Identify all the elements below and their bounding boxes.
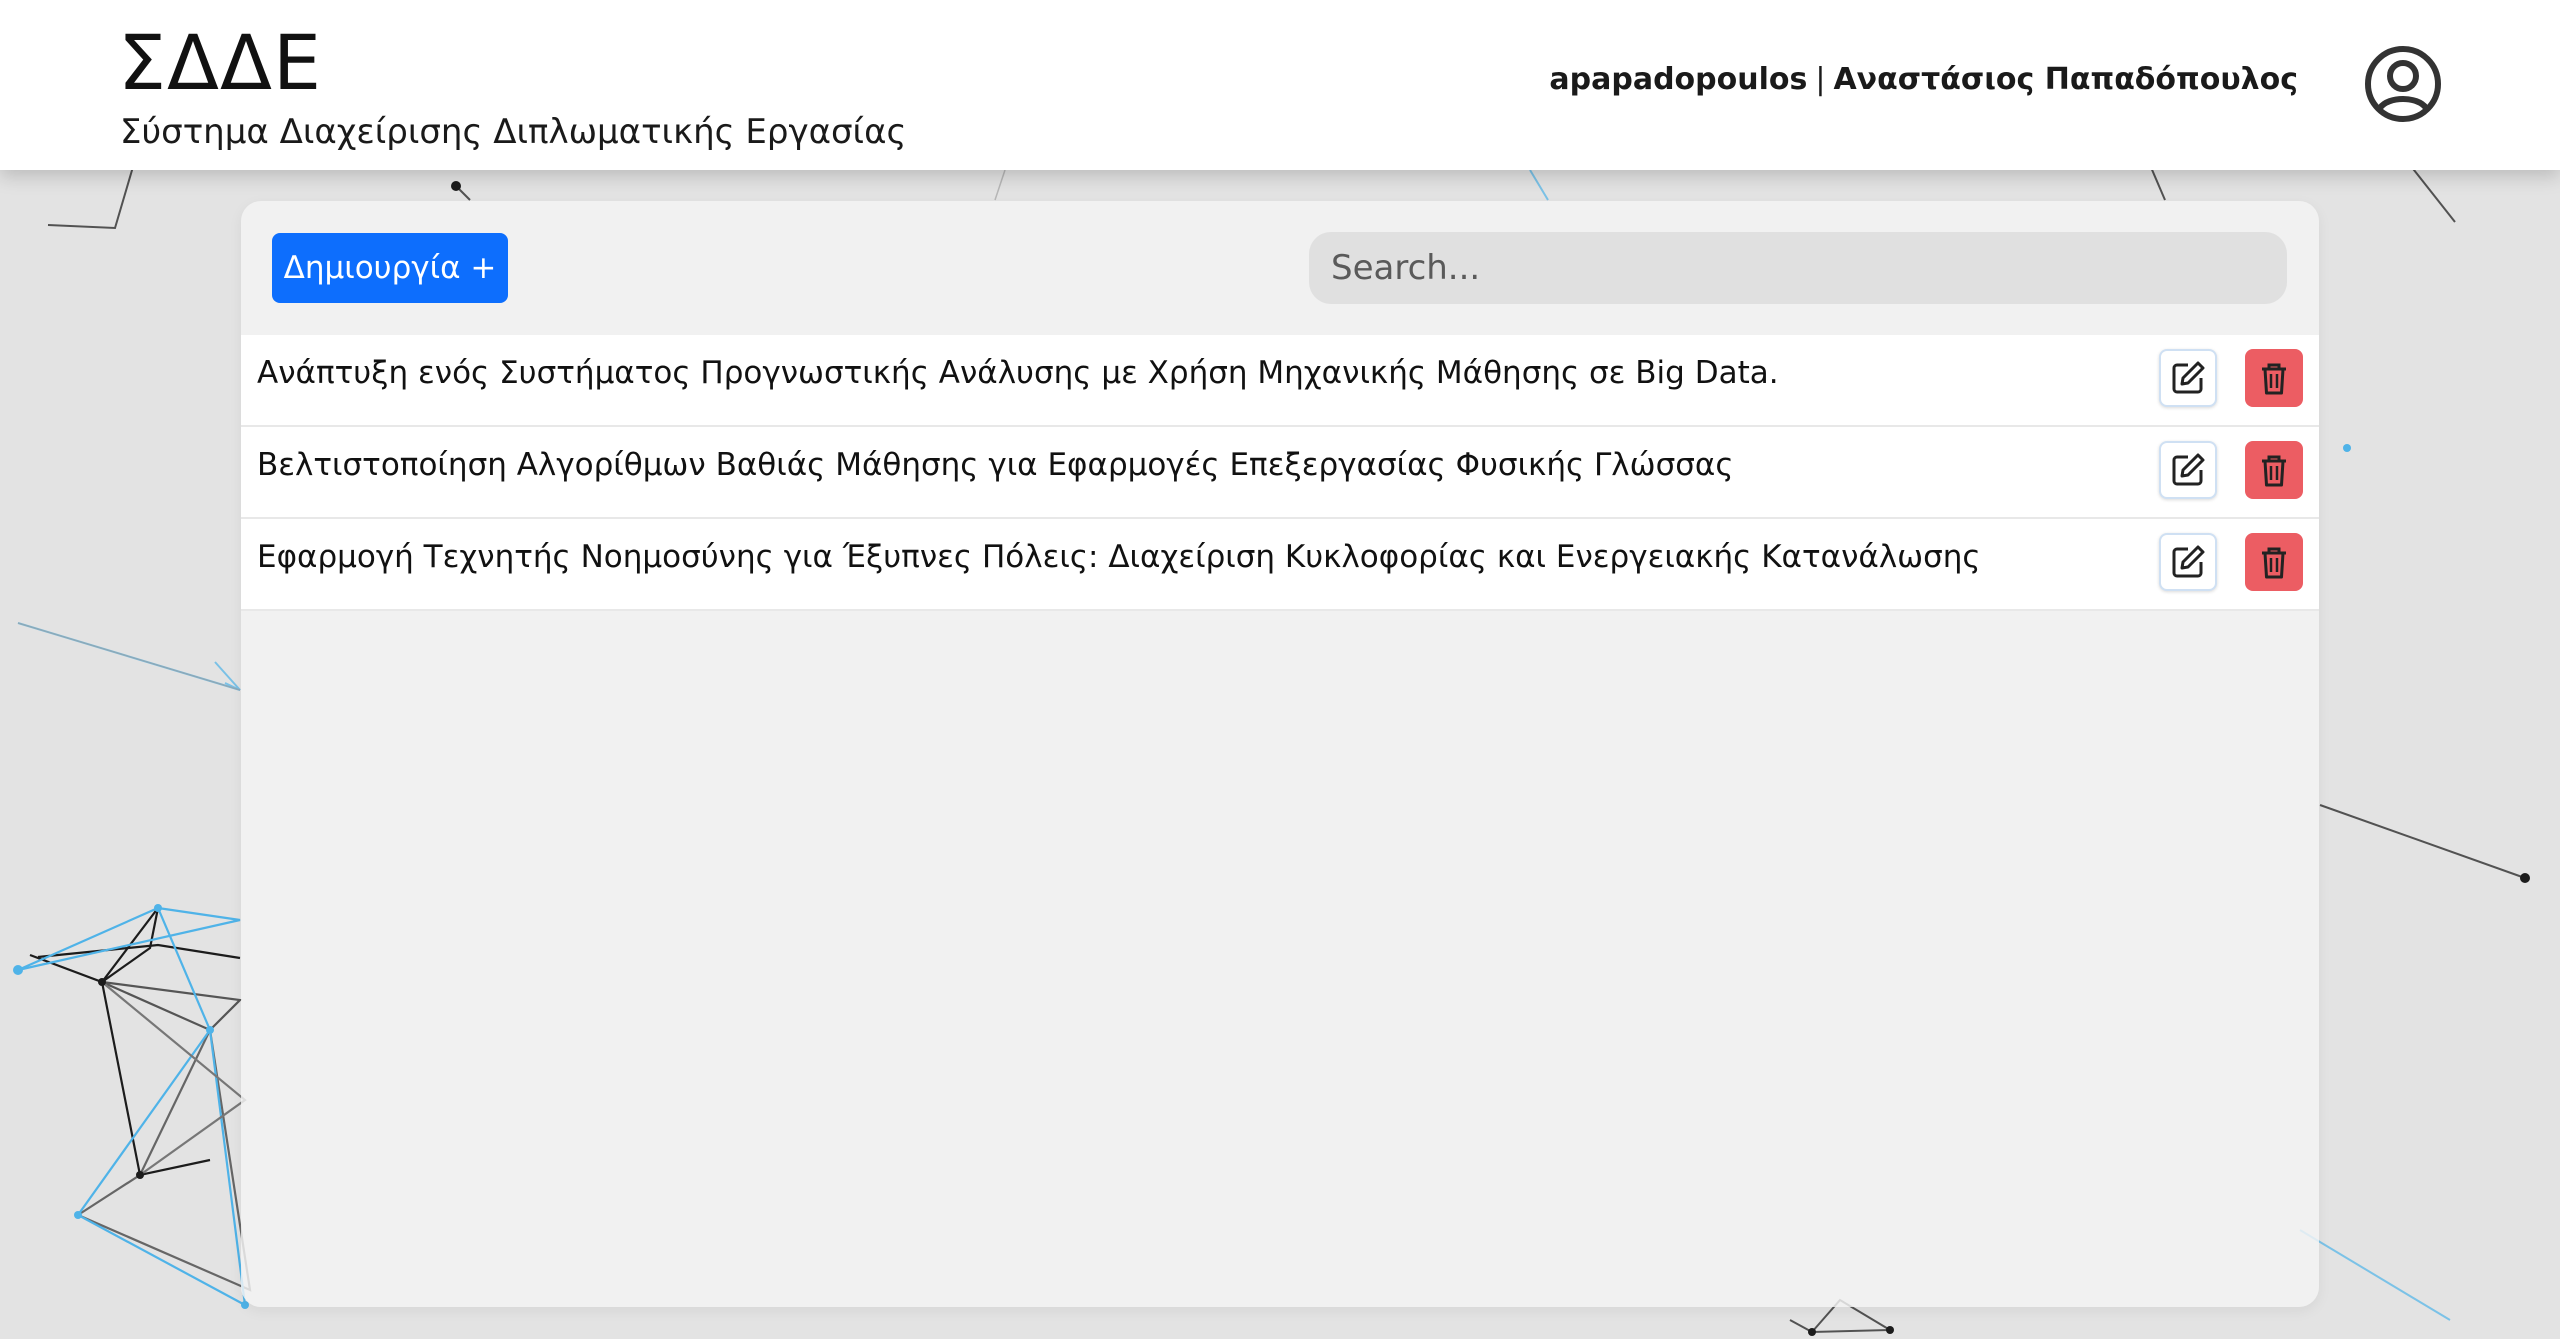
edit-icon bbox=[2172, 361, 2205, 394]
delete-button[interactable] bbox=[2245, 349, 2303, 407]
edit-button[interactable] bbox=[2159, 349, 2217, 407]
app-header: ΣΔΔΕ Σύστημα Διαχείρισης Διπλωματικής Ερ… bbox=[0, 0, 2560, 170]
app-title: ΣΔΔΕ bbox=[118, 18, 323, 107]
list-item: Εφαρμογή Τεχνητής Νοημοσύνης για Έξυπνες… bbox=[241, 519, 2319, 611]
thesis-title: Βελτιστοποίηση Αλγορίθμων Βαθιάς Μάθησης… bbox=[257, 447, 1734, 483]
user-full-name: Αναστάσιος Παπαδόπουλος bbox=[1833, 62, 2298, 97]
trash-icon bbox=[2262, 455, 2286, 487]
search-input[interactable] bbox=[1309, 232, 2287, 304]
list-item: Βελτιστοποίηση Αλγορίθμων Βαθιάς Μάθησης… bbox=[241, 427, 2319, 519]
list-item: Ανάπτυξη ενός Συστήματος Προγνωστικής Αν… bbox=[241, 335, 2319, 427]
delete-button[interactable] bbox=[2245, 441, 2303, 499]
edit-icon bbox=[2172, 453, 2205, 486]
trash-icon bbox=[2262, 363, 2286, 395]
theses-panel: Δημιουργία + Ανάπτυξη ενός Συστήματος Πρ… bbox=[241, 201, 2319, 1307]
user-info: apapadopoulos | Αναστάσιος Παπαδόπουλος bbox=[1549, 60, 2298, 100]
create-button[interactable]: Δημιουργία + bbox=[272, 233, 508, 303]
theses-list: Ανάπτυξη ενός Συστήματος Προγνωστικής Αν… bbox=[241, 335, 2319, 611]
edit-button[interactable] bbox=[2159, 441, 2217, 499]
delete-button[interactable] bbox=[2245, 533, 2303, 591]
thesis-title: Εφαρμογή Τεχνητής Νοημοσύνης για Έξυπνες… bbox=[257, 539, 1981, 575]
username: apapadopoulos bbox=[1549, 62, 1808, 97]
user-circle-icon[interactable] bbox=[2363, 44, 2443, 124]
edit-icon bbox=[2172, 545, 2205, 578]
thesis-title: Ανάπτυξη ενός Συστήματος Προγνωστικής Αν… bbox=[257, 355, 1779, 391]
edit-button[interactable] bbox=[2159, 533, 2217, 591]
user-separator: | bbox=[1815, 62, 1826, 97]
trash-icon bbox=[2262, 547, 2286, 579]
app-subtitle: Σύστημα Διαχείρισης Διπλωματικής Εργασία… bbox=[120, 112, 907, 152]
